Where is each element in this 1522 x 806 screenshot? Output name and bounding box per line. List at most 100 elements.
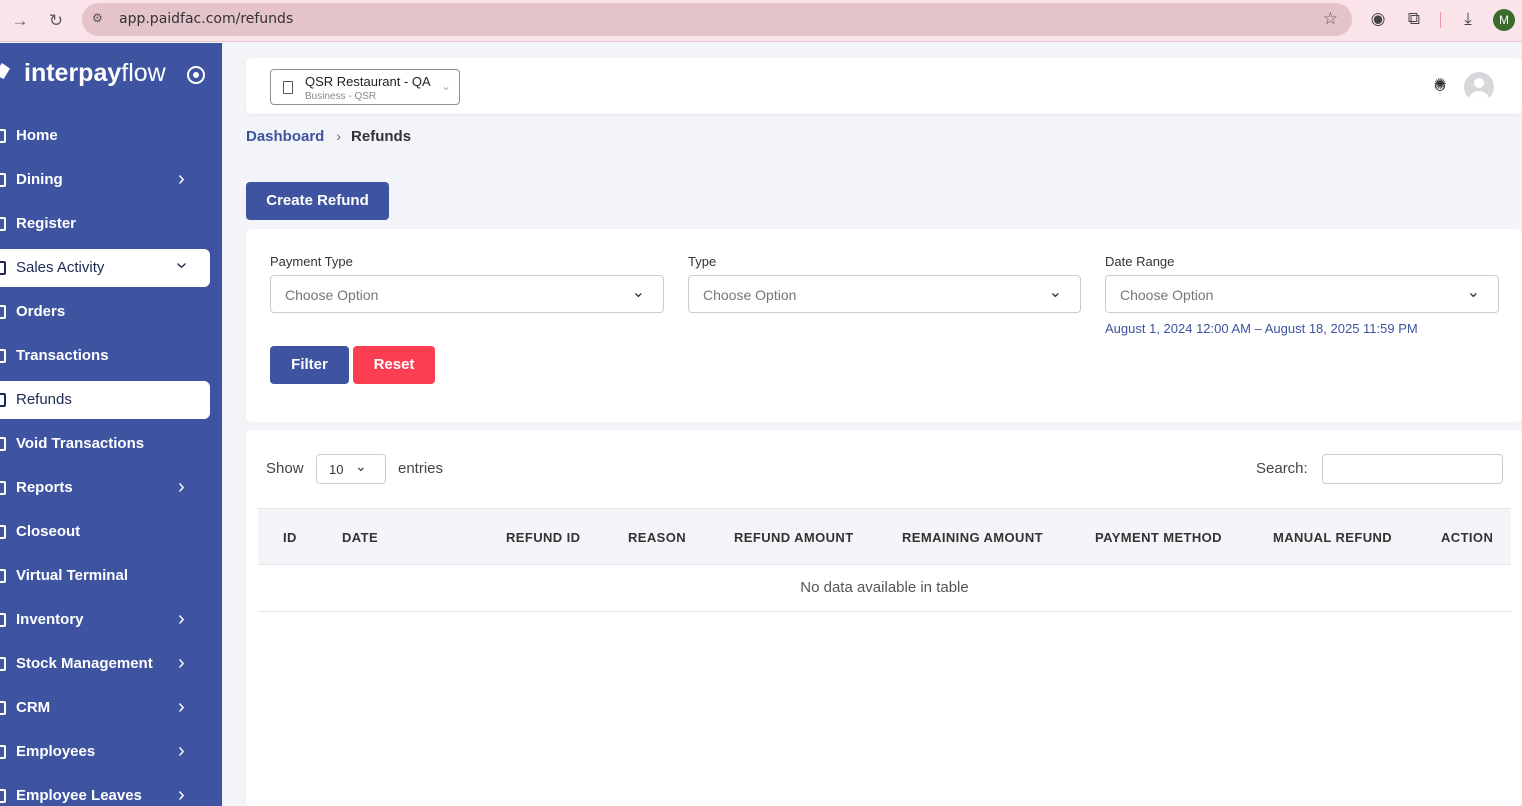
refunds-table-panel: Show 10 ⌄ entries Search: ID DATE REFUND… bbox=[246, 430, 1522, 806]
building-icon bbox=[283, 81, 293, 94]
leaves-icon bbox=[0, 789, 6, 803]
chevron-right-icon: › bbox=[178, 740, 185, 762]
sidebar-item-employees[interactable]: Employees › bbox=[0, 733, 210, 771]
bookmark-star-icon[interactable]: ☆ bbox=[1323, 9, 1338, 29]
chevron-right-icon: › bbox=[178, 652, 185, 674]
site-info-icon[interactable]: ⚙ bbox=[92, 11, 108, 27]
date-range-label: Date Range bbox=[1105, 254, 1175, 269]
chevron-right-icon: › bbox=[178, 168, 185, 190]
sidebar-item-crm[interactable]: CRM › bbox=[0, 689, 210, 727]
stock-icon bbox=[0, 657, 6, 671]
column-header-reason[interactable]: REASON bbox=[628, 530, 686, 545]
brand-name: interpayflow bbox=[24, 59, 166, 87]
home-icon bbox=[0, 129, 6, 143]
search-input[interactable] bbox=[1322, 454, 1503, 484]
orders-icon bbox=[0, 305, 6, 319]
theme-toggle-sun-icon[interactable]: ✺ bbox=[1431, 76, 1449, 95]
payment-type-label: Payment Type bbox=[270, 254, 353, 269]
filter-panel: Payment Type Choose Option ⌄ Type Choose… bbox=[246, 229, 1522, 422]
search-label: Search: bbox=[1256, 460, 1308, 477]
column-header-refund-amount[interactable]: REFUND AMOUNT bbox=[734, 530, 854, 545]
reload-icon[interactable]: ↻ bbox=[44, 9, 68, 33]
business-selector[interactable]: QSR Restaurant - QA Business - QSR ⌄ bbox=[270, 69, 460, 105]
column-header-manual-refund[interactable]: MANUAL REFUND bbox=[1273, 530, 1392, 545]
chevron-right-icon: › bbox=[178, 696, 185, 718]
url-text: app.paidfac.com/refunds bbox=[119, 11, 294, 27]
transactions-icon bbox=[0, 349, 6, 363]
register-icon bbox=[0, 217, 6, 231]
create-refund-button[interactable]: Create Refund bbox=[246, 182, 389, 220]
forward-icon[interactable]: → bbox=[8, 9, 32, 33]
chevron-right-icon: › bbox=[178, 608, 185, 630]
sidebar-item-stock-management[interactable]: Stock Management › bbox=[0, 645, 210, 683]
sidebar-item-reports[interactable]: Reports › bbox=[0, 469, 210, 507]
address-bar[interactable]: ⚙ app.paidfac.com/refunds ☆ bbox=[82, 3, 1352, 36]
entries-label: entries bbox=[398, 460, 444, 477]
sidebar-item-transactions[interactable]: Transactions bbox=[0, 337, 210, 375]
dining-icon bbox=[0, 173, 6, 187]
filter-button[interactable]: Filter bbox=[270, 346, 349, 384]
type-label: Type bbox=[688, 254, 717, 269]
column-header-action[interactable]: ACTION bbox=[1441, 530, 1493, 545]
crm-icon bbox=[0, 701, 6, 715]
date-range-value: August 1, 2024 12:00 AM – August 18, 202… bbox=[1105, 321, 1418, 336]
business-subtitle: Business - QSR bbox=[305, 91, 377, 102]
breadcrumb-dashboard-link[interactable]: Dashboard bbox=[246, 128, 324, 145]
sidebar-item-sales-activity[interactable]: Sales Activity › bbox=[0, 249, 210, 287]
column-header-date[interactable]: DATE bbox=[342, 530, 378, 545]
show-label: Show bbox=[266, 460, 304, 477]
browser-toolbar: → ↻ ⚙ app.paidfac.com/refunds ☆ ◉ ⧉ ⤓ M bbox=[0, 0, 1522, 42]
sidebar-item-orders[interactable]: Orders bbox=[0, 293, 210, 331]
sidebar-toggle-icon[interactable] bbox=[187, 66, 205, 84]
chevron-down-icon: ⌄ bbox=[631, 284, 645, 301]
sidebar-item-void-transactions[interactable]: Void Transactions bbox=[0, 425, 210, 463]
chevron-right-icon: › bbox=[178, 784, 185, 806]
toolbar-divider bbox=[1440, 12, 1441, 28]
profile-avatar[interactable]: M bbox=[1493, 9, 1515, 31]
breadcrumb: Dashboard › Refunds bbox=[246, 128, 411, 145]
sidebar-item-closeout[interactable]: Closeout bbox=[0, 513, 210, 551]
closeout-icon bbox=[0, 525, 6, 539]
chevron-down-icon: ⌄ bbox=[355, 458, 367, 474]
sidebar-item-dining[interactable]: Dining › bbox=[0, 161, 210, 199]
table-header: ID DATE REFUND ID REASON REFUND AMOUNT R… bbox=[258, 508, 1511, 565]
breadcrumb-separator-icon: › bbox=[336, 128, 342, 144]
sidebar-item-virtual-terminal[interactable]: Virtual Terminal bbox=[0, 557, 210, 595]
sidebar: interpayflow Home Dining › Register Sales… bbox=[0, 43, 222, 806]
page-size-select[interactable]: 10 ⌄ bbox=[316, 454, 386, 484]
chevron-down-icon: ⌄ bbox=[1048, 284, 1062, 301]
sidebar-item-refunds[interactable]: Refunds bbox=[0, 381, 210, 419]
type-select[interactable]: Choose Option ⌄ bbox=[688, 275, 1081, 313]
breadcrumb-current: Refunds bbox=[351, 128, 412, 145]
chevron-right-icon: › bbox=[178, 476, 185, 498]
chevron-down-icon: ⌄ bbox=[1466, 284, 1480, 301]
user-avatar[interactable] bbox=[1464, 72, 1494, 102]
column-header-refund-id[interactable]: REFUND ID bbox=[506, 530, 580, 545]
sidebar-item-employee-leaves[interactable]: Employee Leaves › bbox=[0, 777, 210, 806]
reset-button[interactable]: Reset bbox=[353, 346, 435, 384]
date-range-select[interactable]: Choose Option ⌄ bbox=[1105, 275, 1499, 313]
chevron-down-icon: ⌄ bbox=[440, 79, 451, 93]
void-icon bbox=[0, 437, 6, 451]
sidebar-item-home[interactable]: Home bbox=[0, 117, 210, 155]
employees-icon bbox=[0, 745, 6, 759]
column-header-payment-method[interactable]: PAYMENT METHOD bbox=[1095, 530, 1222, 545]
column-header-id[interactable]: ID bbox=[283, 530, 297, 545]
download-icon[interactable]: ⤓ bbox=[1457, 8, 1479, 30]
business-name: QSR Restaurant - QA bbox=[305, 74, 431, 89]
extensions-puzzle-icon[interactable]: ⧉ bbox=[1403, 8, 1425, 30]
column-header-remaining-amount[interactable]: REMAINING AMOUNT bbox=[902, 530, 1043, 545]
terminal-icon bbox=[0, 569, 6, 583]
sales-activity-icon bbox=[0, 261, 6, 275]
sidebar-item-inventory[interactable]: Inventory › bbox=[0, 601, 210, 639]
empty-table-message: No data available in table bbox=[258, 565, 1511, 612]
sidebar-item-register[interactable]: Register bbox=[0, 205, 210, 243]
reports-icon bbox=[0, 481, 6, 495]
top-header: QSR Restaurant - QA Business - QSR ⌄ ✺ bbox=[246, 58, 1522, 114]
refunds-icon bbox=[0, 393, 6, 407]
chevron-down-icon: › bbox=[170, 262, 193, 269]
app-logo[interactable]: interpayflow bbox=[0, 57, 222, 93]
payment-type-select[interactable]: Choose Option ⌄ bbox=[270, 275, 664, 313]
extension-icon[interactable]: ◉ bbox=[1367, 8, 1389, 30]
logo-mark-icon bbox=[0, 63, 10, 79]
